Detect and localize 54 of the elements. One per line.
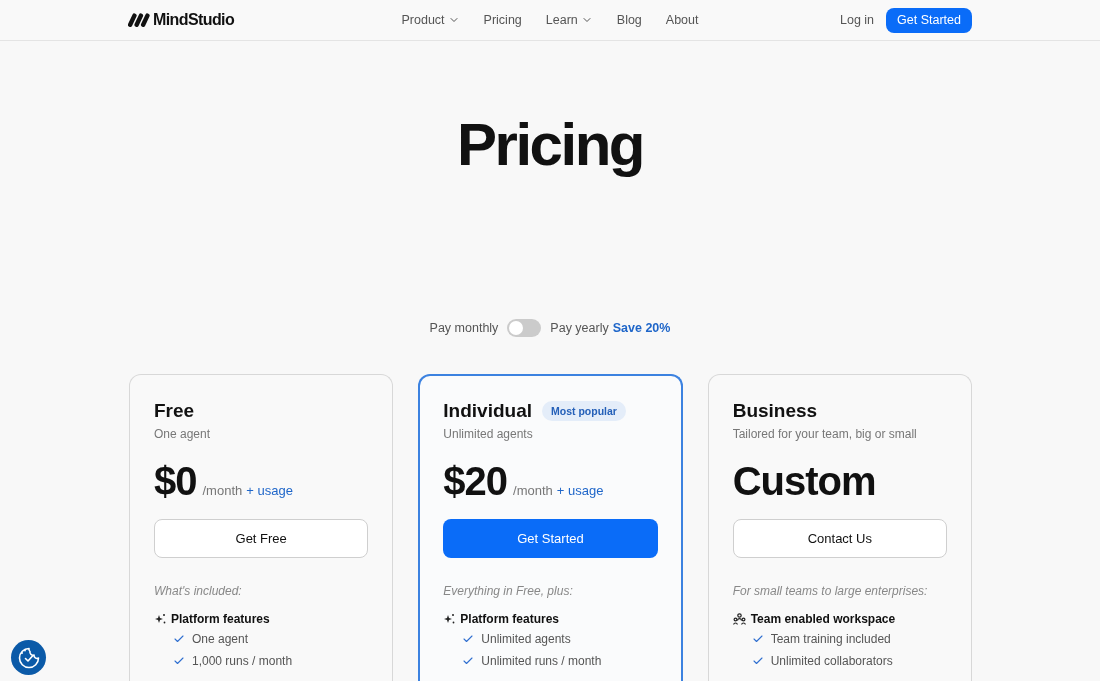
plan-name: Free [154,399,195,423]
cookie-check-icon [16,645,41,670]
billing-toggle[interactable] [507,319,542,337]
plan-subtitle: Unlimited agents [443,426,534,443]
plan-button[interactable]: Get Free [154,519,369,558]
feature-item: Unlimited collaborators [770,654,893,668]
plan-button[interactable]: Get Started [443,519,658,558]
plan-subtitle: Tailored for your team, big or small [732,426,918,443]
price-period: /month [202,483,243,498]
feature-item: Unlimited runs / month [481,654,602,668]
cookie-settings-button[interactable] [11,640,46,675]
check-icon [173,655,185,667]
check-icon [462,655,475,667]
feature-group-title: Platform features [460,612,560,626]
monthly-label: Pay monthly [429,321,499,335]
included-label: For small teams to large enterprises: [732,583,929,600]
plan-name: Individual [443,399,532,423]
check-icon [462,633,475,645]
plan-price: Custom [732,458,876,505]
check-icon [173,633,185,645]
usage-link[interactable]: + usage [246,483,293,498]
check-icon [751,655,764,667]
feature-item: Unlimited agents [481,632,571,646]
nav-link[interactable]: Pricing [483,13,522,27]
page-title: Pricing [456,115,644,175]
login-link[interactable]: Log in [840,13,875,27]
plan-subtitle: One agent [154,426,212,443]
plan-price: $20 [443,458,508,505]
discount-text: Save 20% [612,321,671,335]
feature-group-title: Team enabled workspace [750,612,896,626]
nav-link[interactable]: Learn [545,13,593,27]
feature-item: Team training included [770,632,891,646]
plan-name: Business [732,399,818,423]
check-icon [751,633,764,645]
people-icon [732,613,746,625]
brand-name[interactable]: MindStudio [153,11,235,29]
included-label: Everything in Free, plus: [443,583,574,600]
price-period: /month [513,483,553,498]
plan-button[interactable]: Contact Us [732,519,947,558]
popular-badge: Most popular [542,401,626,421]
feature-group-title: Platform features [171,612,270,626]
logo-icon [128,13,150,27]
nav-link[interactable]: Blog [616,13,642,27]
sparkle-icon [154,613,166,625]
get-started-button[interactable]: Get Started [886,7,972,33]
nav-link[interactable]: Product [401,13,460,27]
usage-link[interactable]: + usage [556,483,604,498]
nav-link[interactable]: About [665,13,699,27]
sparkle-icon [443,613,456,625]
feature-item: 1,000 runs / month [192,654,293,668]
yearly-label: Pay yearly [550,321,609,335]
feature-item: One agent [192,632,249,646]
included-label: What's included: [154,583,243,600]
plan-price: $0 [154,458,197,505]
